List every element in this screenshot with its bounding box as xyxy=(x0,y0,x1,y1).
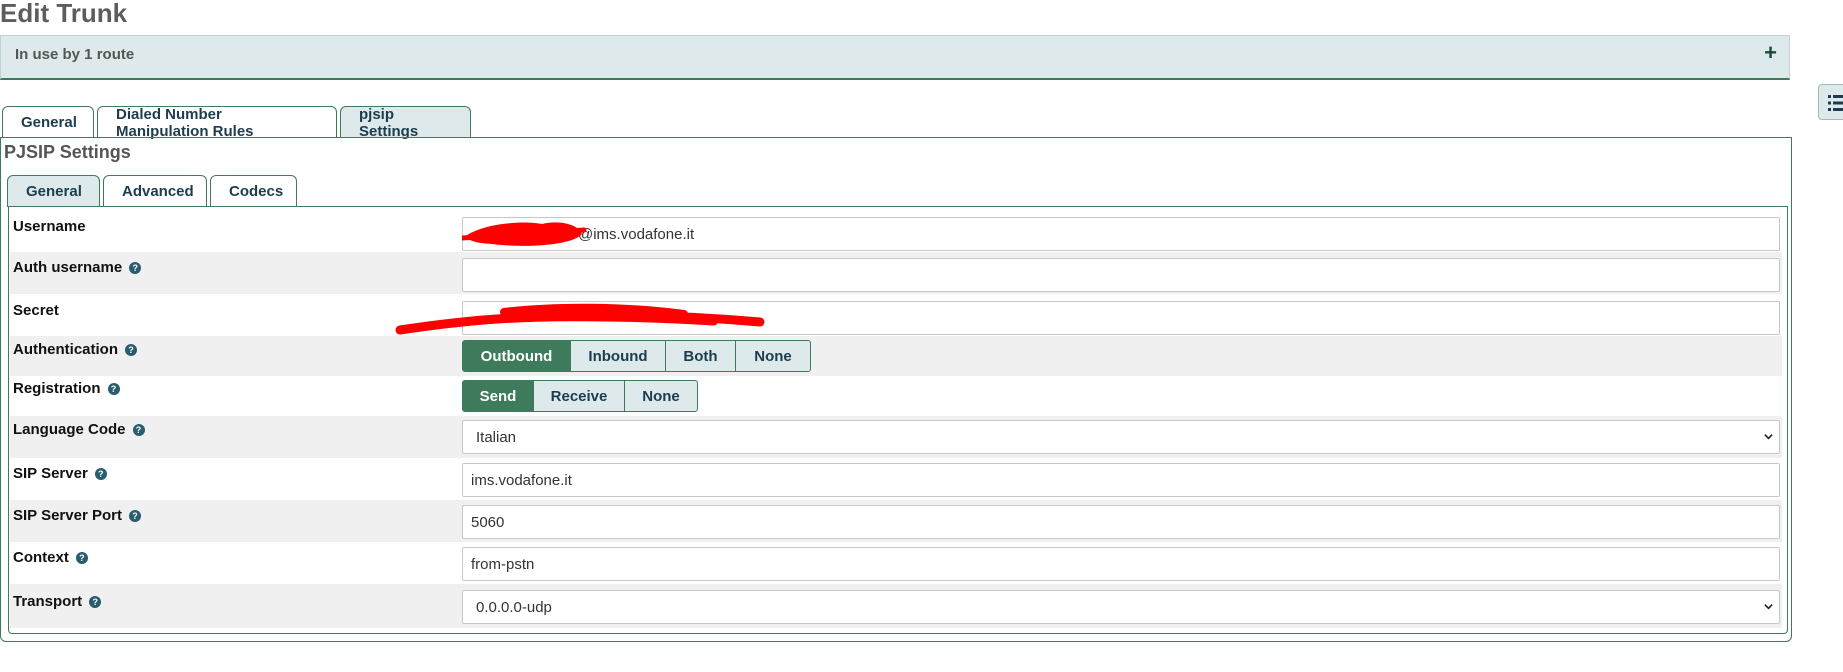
authentication-row: Authentication? Outbound Inbound Both No… xyxy=(10,336,1782,376)
usage-text: In use by 1 route xyxy=(15,46,135,63)
tab-dialed-number-manipulation-rules[interactable]: Dialed Number Manipulation Rules xyxy=(97,106,337,140)
help-icon[interactable]: ? xyxy=(125,343,137,356)
tab-codecs[interactable]: Codecs xyxy=(210,175,297,207)
registration-none-button[interactable]: None xyxy=(624,380,698,412)
sip-server-port-label: SIP Server Port? xyxy=(13,507,141,524)
sip-server-port-input[interactable] xyxy=(462,505,1780,539)
transport-label: Transport? xyxy=(13,593,102,610)
registration-receive-button[interactable]: Receive xyxy=(533,380,625,412)
side-toggle-button[interactable] xyxy=(1818,84,1843,120)
help-icon[interactable]: ? xyxy=(89,595,102,608)
usage-panel[interactable]: In use by 1 route + xyxy=(0,35,1790,80)
help-icon[interactable]: ? xyxy=(94,467,107,480)
help-icon[interactable]: ? xyxy=(107,382,120,395)
secret-label: Secret xyxy=(13,302,59,319)
auth-username-row: Auth username? xyxy=(10,252,1782,294)
tab-general[interactable]: General xyxy=(2,106,94,138)
registration-label: Registration? xyxy=(13,380,120,397)
inner-tab-bar: General Advanced Codecs xyxy=(7,175,300,207)
transport-value: 0.0.0.0-udp xyxy=(476,598,552,616)
language-code-value: Italian xyxy=(476,428,517,446)
sip-server-port-row: SIP Server Port? xyxy=(10,500,1782,542)
username-row: Username xyxy=(10,212,1782,252)
context-input[interactable] xyxy=(462,547,1780,581)
secret-input[interactable] xyxy=(462,301,1780,335)
authentication-inbound-button[interactable]: Inbound xyxy=(570,340,666,372)
tab-advanced[interactable]: Advanced xyxy=(103,175,207,207)
context-label: Context? xyxy=(13,549,88,566)
registration-send-button[interactable]: Send xyxy=(462,380,534,412)
auth-username-label: Auth username? xyxy=(13,259,142,276)
sip-server-row: SIP Server? xyxy=(10,458,1782,500)
transport-row: Transport? 0.0.0.0-udp xyxy=(10,584,1782,628)
language-code-label: Language Code? xyxy=(13,421,145,438)
outer-tab-bar: General Dialed Number Manipulation Rules… xyxy=(2,106,474,140)
authentication-both-button[interactable]: Both xyxy=(665,340,736,372)
secret-row: Secret xyxy=(10,294,1782,336)
page-title: Edit Trunk xyxy=(0,0,128,28)
chevron-down-icon xyxy=(1764,604,1773,610)
tab-pjsip-general[interactable]: General xyxy=(7,175,100,207)
sip-server-label: SIP Server? xyxy=(13,465,107,482)
transport-select[interactable]: 0.0.0.0-udp xyxy=(462,590,1780,624)
username-label: Username xyxy=(13,218,86,235)
help-icon[interactable]: ? xyxy=(132,423,145,436)
language-code-select[interactable]: Italian xyxy=(462,420,1780,454)
authentication-none-button[interactable]: None xyxy=(735,340,811,372)
auth-username-input[interactable] xyxy=(462,258,1780,292)
help-icon[interactable]: ? xyxy=(129,261,142,274)
help-icon[interactable]: ? xyxy=(128,509,141,522)
username-input[interactable] xyxy=(462,217,1780,251)
authentication-outbound-button[interactable]: Outbound xyxy=(462,340,571,372)
help-icon[interactable]: ? xyxy=(75,551,88,564)
chevron-down-icon xyxy=(1764,434,1773,440)
section-title: PJSIP Settings xyxy=(4,142,131,162)
language-code-row: Language Code? Italian xyxy=(10,416,1782,458)
list-icon xyxy=(1828,95,1843,111)
registration-row: Registration? Send Receive None xyxy=(10,376,1782,416)
plus-icon[interactable]: + xyxy=(1764,40,1777,66)
authentication-button-group: Outbound Inbound Both None xyxy=(462,340,811,372)
registration-button-group: Send Receive None xyxy=(462,380,698,412)
sip-server-input[interactable] xyxy=(462,463,1780,497)
authentication-label: Authentication? xyxy=(13,341,137,358)
context-row: Context? xyxy=(10,542,1782,584)
tab-pjsip-settings[interactable]: pjsip Settings xyxy=(340,106,471,140)
